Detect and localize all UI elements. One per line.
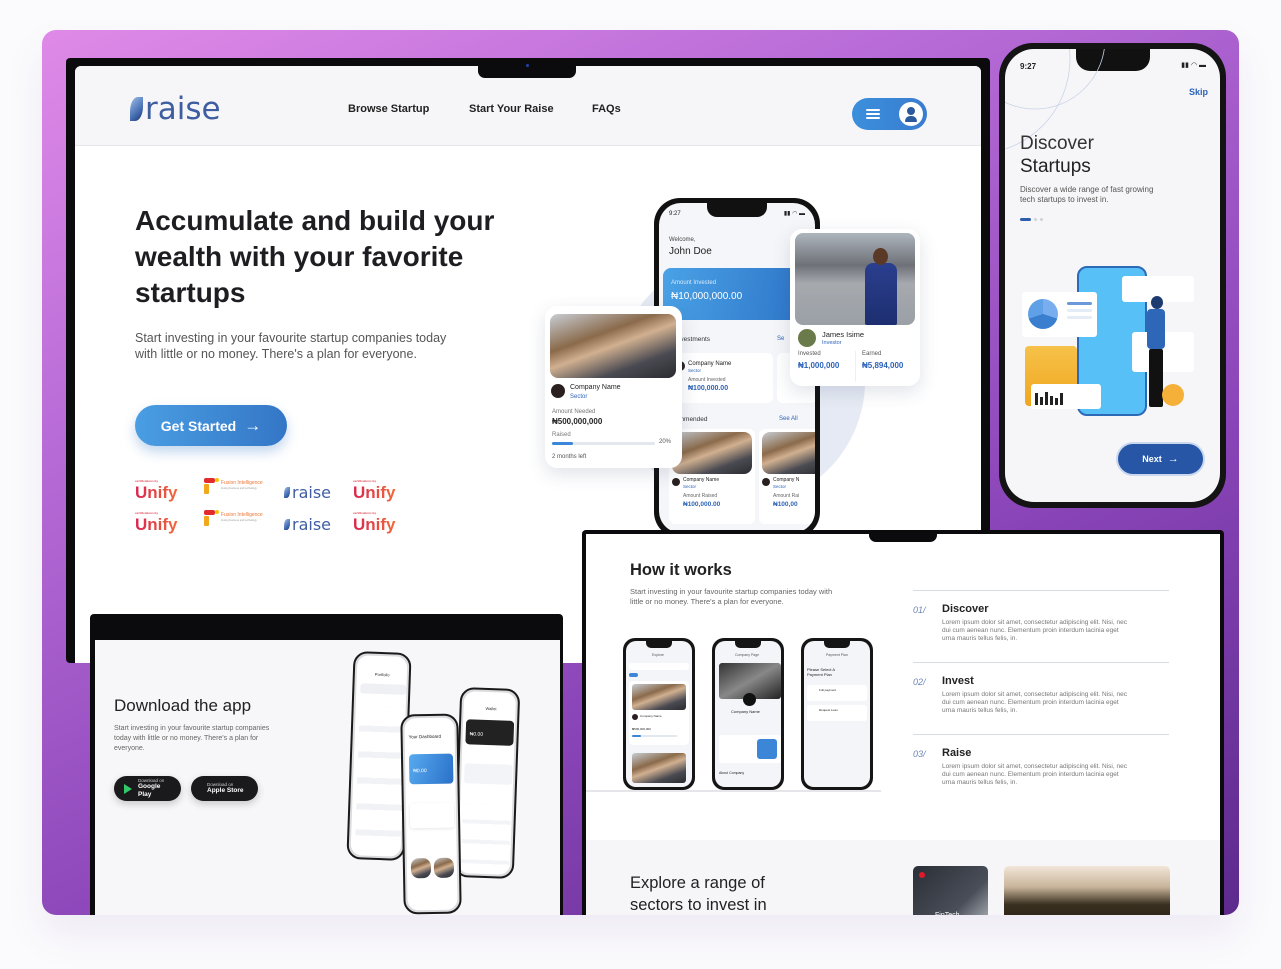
desktop-monitor-how-it-works: How it works Start investing in your fav… [582,530,1224,915]
nav-start-your-raise[interactable]: Start Your Raise [469,103,554,115]
amount-invested-value: ₦10,000,000.00 [671,291,743,302]
how-it-works-screen: How it works Start investing in your fav… [586,534,1220,915]
investor-avatar [798,329,816,347]
showcase-canvas: raise Browse Startup Start Your Raise FA… [42,30,1239,915]
fusion-intelligence-logo: Fusion Intelligence Fusing business and t… [204,510,263,526]
skip-button[interactable]: Skip [1189,87,1208,97]
unify-logo: certifications by Unify [353,479,396,502]
startup-photo [550,314,676,378]
unify-logo: certifications by Unify [135,511,178,534]
fusion-intelligence-logo: Fusion Intelligence Fusing business and t… [204,478,263,494]
nav-browse-startup[interactable]: Browse Startup [348,103,429,115]
onboarding-phone: 9:27 ▮▮ ◠ ▬ Skip Discover Startups Disco… [999,43,1226,508]
sector-card-fintech[interactable]: FinTech [913,866,988,915]
hamburger-icon [866,109,880,119]
payment-plan-phone: Payment Plan Please Select A Payment Pla… [801,638,873,790]
investor-photo [795,233,915,325]
next-button[interactable]: Next → [1118,444,1203,474]
monitor-notch [298,614,352,628]
dashboard-phone-small: Your Dashboard ₦0.00 [400,713,462,915]
arrow-right-icon: → [1167,453,1179,465]
leaf-logo-icon [130,97,143,121]
see-all-link[interactable]: See All [779,416,798,422]
onboarding-illustration [1017,254,1197,424]
download-title: Download the app [114,696,252,715]
explore-sectors-section: Explore a range of sectors to invest in … [586,840,1220,915]
unify-logo: certifications by Unify [353,511,396,534]
company-page-phone: Company Page Company Name About Company [712,638,784,790]
status-time: 9:27 [1020,62,1037,71]
apple-store-button[interactable]: Download on Apple Store [191,776,258,801]
account-menu-button[interactable] [852,98,927,130]
raised-progress-bar [552,442,655,445]
explore-phone: Explore Company Name ₦500,000,000 [623,638,695,790]
recommended-card[interactable]: Company N Sector Amount Rai ₦100,00 [759,429,815,524]
see-all-link[interactable]: Se [777,336,784,342]
startup-card[interactable]: Company Name Sector Amount Needed ₦500,0… [545,306,682,468]
hero-title: Accumulate and build your wealth with yo… [135,205,495,308]
site-header: raise Browse Startup Start Your Raise FA… [75,66,981,146]
investment-card[interactable]: Company Name Sector Amount Invested ₦100… [673,353,773,403]
page-indicator [1020,218,1043,221]
how-it-works-title: How it works [630,561,732,579]
sector-card[interactable] [1004,866,1170,915]
amount-needed-value: ₦500,000,000 [552,417,603,426]
nav-faqs[interactable]: FAQs [592,103,621,115]
signal-icons: ▮▮ ◠ ▬ [1181,62,1206,69]
signal-icons: ▮▮ ◠ ▬ [783,211,805,217]
company-photo [762,432,815,474]
monitor-notch [478,58,576,78]
user-avatar-icon [899,102,923,126]
get-started-button[interactable]: Get Started → [135,405,287,446]
hero-subtitle: Start investing in your favourite startu… [135,331,447,361]
onboarding-description: Discover a wide range of fast growing te… [1020,185,1154,204]
download-screen: Download the app Start investing in your… [95,640,560,915]
earned-value: ₦5,894,000 [862,361,904,370]
investor-card[interactable]: James Isime Investor Invested ₦1,000,000… [790,229,920,386]
raise-partner-logo: raise [284,515,331,534]
welcome-label: Welcome, [669,237,696,243]
arrow-right-icon: → [244,415,262,435]
monitor-notch [869,530,937,542]
onboarding-title-light: Discover [1020,133,1094,154]
invested-value: ₦1,000,000 [798,361,840,370]
onboarding-title-bold: Startups [1020,156,1091,177]
company-avatar [551,384,565,398]
how-it-works-subtitle: Start investing in your favourite startu… [630,587,833,606]
raise-partner-logo: raise [284,483,331,502]
user-name: John Doe [669,246,712,257]
raise-logo[interactable]: raise [130,94,221,125]
explore-sectors-title: Explore a range of sectors to invest in [630,874,767,914]
download-subtitle: Start investing in your favourite startu… [114,725,270,752]
wallet-phone: Wallet ₦0.00 [453,687,521,879]
google-play-button[interactable]: Download on Google Play [114,776,181,801]
desktop-monitor-download: Download the app Start investing in your… [90,614,563,915]
unify-logo: certifications by Unify [135,479,178,502]
company-photo [672,432,752,474]
status-time: 9:27 [669,211,681,217]
google-play-icon [124,783,132,794]
